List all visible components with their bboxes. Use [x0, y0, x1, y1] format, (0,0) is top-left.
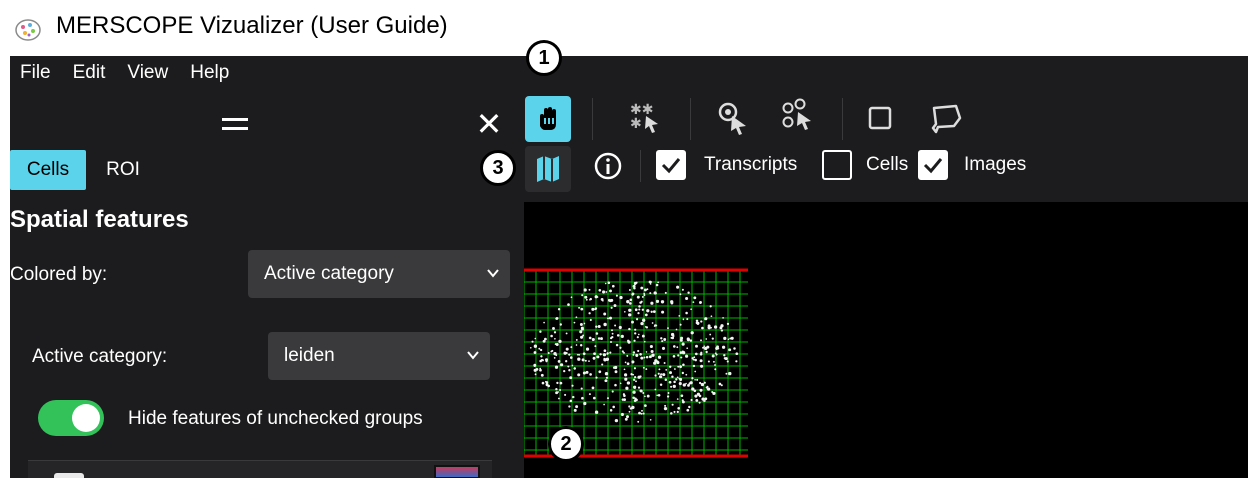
- hand-icon: [540, 107, 556, 130]
- lasso-select-icon[interactable]: [926, 100, 966, 136]
- app-logo-icon: [15, 19, 41, 41]
- images-label: Images: [964, 154, 1027, 175]
- cells-label: Cells: [866, 154, 909, 175]
- transcripts-checkbox[interactable]: [656, 150, 686, 180]
- svg-text:✱: ✱: [630, 116, 642, 132]
- transcript-points: [529, 280, 739, 423]
- minimap-button[interactable]: [525, 146, 571, 192]
- spatial-viewer-canvas[interactable]: [524, 202, 1248, 478]
- hide-features-toggle[interactable]: [38, 400, 104, 436]
- checkmark-icon: [923, 158, 943, 174]
- tissue-view: [524, 268, 748, 458]
- toolbar-divider: [690, 98, 691, 140]
- active-category-select[interactable]: leiden: [268, 332, 490, 380]
- tab-roi[interactable]: ROI: [100, 150, 146, 190]
- info-icon[interactable]: [592, 150, 624, 182]
- colored-by-label: Colored by:: [10, 264, 108, 285]
- close-panel-icon[interactable]: ✕: [474, 106, 504, 142]
- menu-bar: File Edit View Help: [20, 62, 229, 88]
- menu-help[interactable]: Help: [190, 62, 229, 88]
- toolbar-divider: [842, 98, 843, 140]
- map-icon: [537, 156, 559, 182]
- checkmark-icon: [661, 158, 681, 174]
- chevron-down-icon: [487, 269, 499, 278]
- pan-tool-button[interactable]: [525, 96, 571, 142]
- menu-view[interactable]: View: [127, 62, 168, 88]
- menu-file[interactable]: File: [20, 62, 51, 88]
- magic-select-icon[interactable]: ✱✱ ✱: [626, 98, 666, 138]
- transcripts-label: Transcripts: [704, 154, 798, 175]
- panel-drag-handle-icon[interactable]: [222, 118, 250, 132]
- multi-point-select-icon[interactable]: [778, 96, 818, 136]
- toolbar-divider: [592, 98, 593, 140]
- color-swatch[interactable]: [434, 465, 480, 478]
- images-checkbox[interactable]: [918, 150, 948, 180]
- title-bar: MERSCOPE Vizualizer (User Guide): [0, 0, 1248, 56]
- callout-1: 1: [526, 40, 562, 76]
- toggle-knob: [72, 404, 100, 432]
- toolbar-divider: [640, 150, 641, 182]
- point-select-icon[interactable]: [714, 98, 754, 138]
- callout-3: 3: [480, 150, 516, 186]
- callout-2: 2: [548, 426, 584, 462]
- cells-checkbox[interactable]: [822, 150, 852, 180]
- colored-by-value: Active category: [264, 263, 394, 284]
- menu-edit[interactable]: Edit: [73, 62, 106, 88]
- rectangle-select-icon[interactable]: [866, 104, 896, 134]
- active-category-label: Active category:: [32, 346, 168, 367]
- section-title: Spatial features: [10, 206, 189, 233]
- active-category-value: leiden: [284, 345, 335, 366]
- chevron-down-icon: [467, 351, 479, 360]
- window-title: MERSCOPE Vizualizer (User Guide): [56, 12, 448, 39]
- hide-features-label: Hide features of unchecked groups: [128, 408, 423, 429]
- colored-by-select[interactable]: Active category: [248, 250, 510, 298]
- tab-cells[interactable]: Cells: [10, 150, 86, 190]
- list-item[interactable]: [28, 460, 492, 478]
- group-checkbox[interactable]: [54, 473, 84, 478]
